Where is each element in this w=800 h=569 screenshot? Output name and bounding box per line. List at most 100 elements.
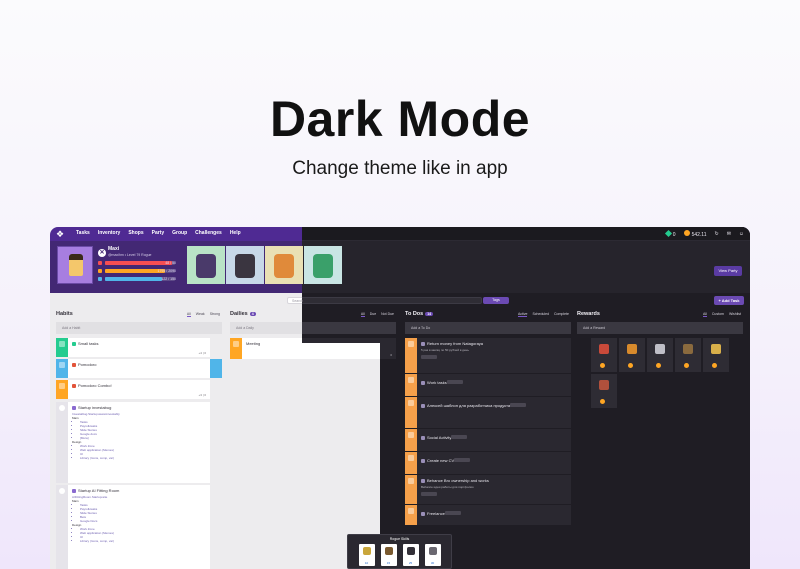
health-value: 48 / 50 [165,261,176,265]
gem-counter[interactable]: 0 [664,229,676,238]
todo-body[interactable]: Work tasks [417,374,571,396]
habit-minus-button[interactable] [210,402,222,483]
todo-checklist-chip[interactable] [451,435,468,439]
habit-minus-button[interactable] [210,380,222,399]
habit-minus-button[interactable] [210,359,222,378]
nav-link-help[interactable]: Help [230,230,241,236]
habit-body[interactable]: Startup investabug Investablug.Startup•ww… [68,402,210,483]
todo-body[interactable]: Create new CV [417,452,571,474]
reward-item-icon [711,344,721,354]
habits-column-filter-strong[interactable]: Strong [210,312,220,317]
habit-title: Pomodoro [78,362,97,367]
todos-column-filters: Active Scheduled Complete [517,312,569,317]
nav-link-inventory[interactable]: Inventory [98,230,121,236]
nav-link-challenges[interactable]: Challenges [195,230,222,236]
todos-column-filter-complete[interactable]: Complete [554,312,569,317]
habits-column-add-input[interactable]: Add a Habit [56,322,222,334]
todo-checkbox[interactable] [405,429,417,451]
todo-checkbox[interactable] [405,505,417,525]
rewards-column-filter-wishlist[interactable]: Wishlist [729,312,741,317]
todo-checklist-chip[interactable] [444,511,461,515]
todos-column-filter-active[interactable]: Active [517,312,528,317]
reward-item[interactable] [647,338,673,372]
reward-item[interactable] [675,338,701,372]
todo-checkbox[interactable] [405,397,417,428]
view-party-button[interactable]: View Party [714,266,742,276]
nav-link-tasks[interactable]: Tasks [76,230,90,236]
todos-column-add-input[interactable]: Add a To Do [405,322,571,334]
skill-button[interactable]: 30 [424,544,441,566]
habit-plus-button[interactable] [56,485,68,569]
todo-checklist-chip[interactable] [421,492,437,496]
reward-item[interactable] [591,338,617,372]
dailies-column-filter-all[interactable]: All [360,312,365,317]
reward-item[interactable] [619,338,645,372]
todo-checkbox[interactable] [405,338,417,373]
rewards-column-filter-all[interactable]: All [702,312,707,317]
habit-plus-button[interactable] [56,359,68,378]
nav-link-shops[interactable]: Shops [128,230,143,236]
rewards-column-add-input[interactable]: Add a Reward [577,322,743,334]
party-member-avatar[interactable] [226,246,264,284]
habits-column-filter-all[interactable]: All [186,312,191,317]
todo-checklist-chip[interactable] [510,403,527,407]
skill-button[interactable]: 15 [380,544,397,566]
dailies-column-filter-not-due[interactable]: Not Due [381,312,394,317]
party-member-avatar[interactable] [265,246,303,284]
rewards-column-add-placeholder: Add a Reward [583,326,606,330]
habit-plus-button[interactable] [56,402,68,483]
skill-icon [384,547,393,555]
daily-checkbox[interactable] [230,338,242,359]
todo-checklist-chip[interactable] [446,380,463,384]
tags-button[interactable]: Tags [483,297,509,304]
todos-column-count-badge: 14 [425,311,434,316]
reward-item[interactable] [591,374,617,408]
habit-body[interactable]: Pomodoro [68,359,210,378]
notifications-icon[interactable]: ✉ [727,231,731,237]
todo-card: Behance Bro ownership and works Behance и… [405,475,571,504]
todo-body[interactable]: Алексей шаблон для разработчика продукта [417,397,571,428]
skill-button[interactable]: 10 [358,544,375,566]
user-menu-icon[interactable]: ☺ [739,231,744,237]
nav-link-group[interactable]: Group [172,230,187,236]
habit-streak: +4 | 0 [198,351,206,355]
habitica-logo-icon[interactable]: ❖ [56,229,66,239]
habit-minus-button[interactable] [210,338,222,357]
dailies-column-filter-due[interactable]: Due [370,312,376,317]
nav-right: 0 542.11 ↻ ✉ ☺ [664,229,744,238]
todo-checkbox[interactable] [405,475,417,504]
habit-body[interactable]: Pomodoro Combo! +3 | 0 [68,380,210,399]
avatar[interactable] [57,246,93,284]
habits-column-filter-weak[interactable]: Weak [196,312,205,317]
todo-checkbox[interactable] [405,374,417,396]
skill-button[interactable]: 25 [402,544,419,566]
party-member-avatar[interactable] [187,246,225,284]
sync-icon[interactable]: ↻ [714,231,718,237]
add-task-button[interactable]: + Add Task [714,296,744,305]
habit-minus-button[interactable] [210,485,222,569]
gold-count: 542.11 [691,232,707,238]
todo-checkbox[interactable] [405,452,417,474]
todo-body[interactable]: Freelance [417,505,571,525]
habit-plus-button[interactable] [56,380,68,399]
todo-body[interactable]: Return money from Natagoraya 5 раз в меся… [417,338,571,373]
todos-column: To Dos14 Active Scheduled Complete Add a To … [405,311,571,569]
todo-body[interactable]: Behance Bro ownership and works Behance и… [417,475,571,504]
rewards-column-filter-custom[interactable]: Custom [712,312,724,317]
todo-body[interactable]: Social Activity [417,429,571,451]
party-member-avatar[interactable] [304,246,342,284]
notes-design-item[interactable]: Library (Icons, comp, var) [80,456,206,460]
habit-plus-button[interactable] [56,338,68,357]
todos-column-filter-scheduled[interactable]: Scheduled [532,312,549,317]
habit-body[interactable]: Small tasks +4 | 0 [68,338,210,357]
habit-body[interactable]: Startup AI Fitting Room AIFittingRoom.Sta… [68,485,210,569]
todo-checklist-chip[interactable] [421,355,437,359]
todo-checklist-chip[interactable] [454,458,471,462]
notes-design-item[interactable]: Library (Icons, comp, var) [80,539,206,543]
reward-item[interactable] [703,338,729,372]
todo-title: Return money from Natagoraya [427,341,484,346]
todo-emoji-icon [421,403,425,408]
search-input[interactable]: Search [302,297,482,304]
habit-emoji-icon [72,383,76,388]
nav-link-party[interactable]: Party [152,230,165,236]
